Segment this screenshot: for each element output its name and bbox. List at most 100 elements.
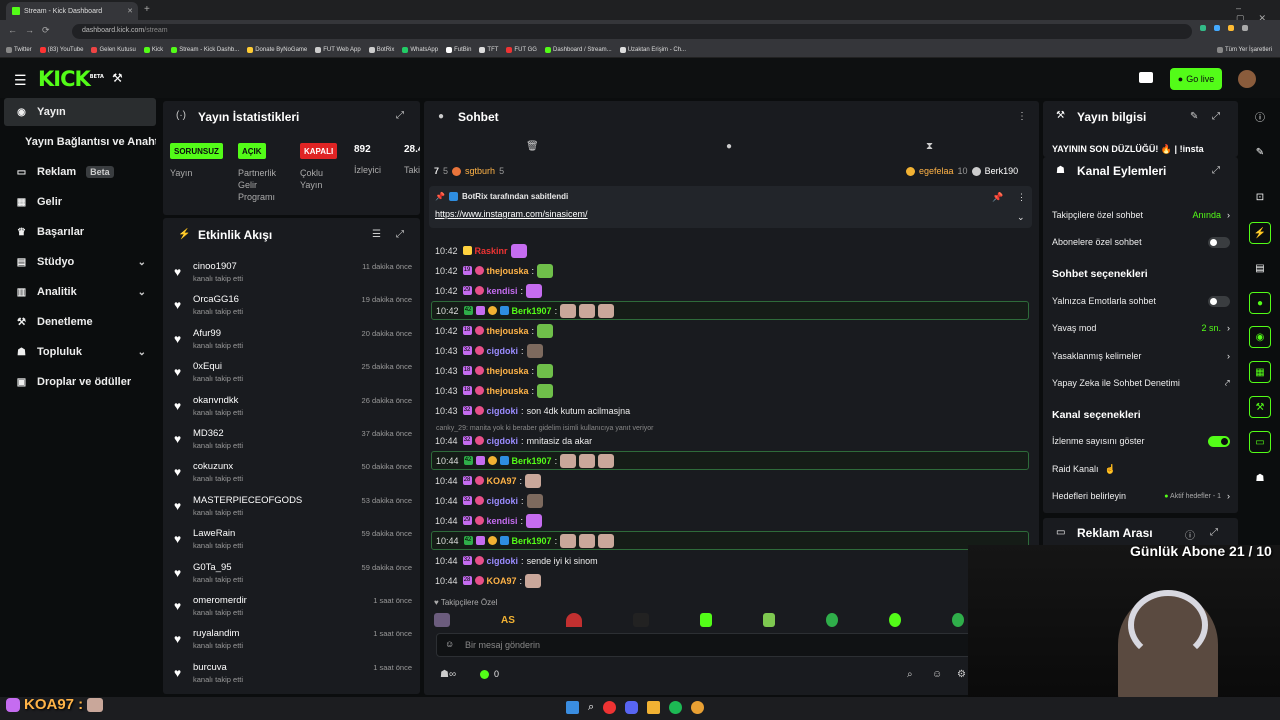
extension-icon[interactable] [1228, 25, 1234, 31]
chat-username[interactable]: Berk1907 [512, 456, 552, 466]
unpin-icon[interactable]: 📌 [992, 192, 1003, 203]
go-live-button[interactable]: ● Go live [1170, 68, 1222, 90]
filter-icon[interactable]: ☰ [372, 229, 381, 240]
emote[interactable] [888, 613, 901, 627]
sidebar-item-topluluk[interactable]: ☗ Topluluk ⌄ [4, 338, 156, 366]
edit-icon[interactable]: ✎ [1249, 141, 1271, 163]
edit-icon[interactable]: ✎ [1190, 111, 1198, 122]
menu-icon[interactable] [1242, 25, 1248, 31]
expand-icon[interactable]: ⤢ [396, 229, 404, 240]
bookmark[interactable]: WhatsApp [402, 46, 438, 53]
points-display[interactable]: 0 [480, 669, 499, 679]
expand-icon[interactable]: ⤢ [1212, 111, 1220, 122]
emote[interactable] [699, 613, 712, 627]
chat-username[interactable]: cigdoki [487, 556, 519, 566]
emote[interactable] [762, 613, 775, 627]
bookmark[interactable]: Donate ByNoGame [247, 46, 307, 53]
emote-only-toggle[interactable] [1208, 295, 1230, 307]
chat-username[interactable]: kendisi [487, 286, 518, 296]
activity-item[interactable]: ♥ LaweRain kanalı takip etti 59 dakika önce [172, 526, 412, 559]
chat-username[interactable]: cigdoki [487, 406, 519, 416]
bookmark[interactable]: TFT [479, 46, 498, 53]
hamburger-menu-icon[interactable]: ☰ [14, 72, 27, 89]
bookmark[interactable]: FUT GG [506, 46, 537, 53]
activity-item[interactable]: ♥ OrcaGG16 kanalı takip etti 19 dakika önce [172, 292, 412, 325]
info-icon[interactable]: ⓘ [1185, 527, 1195, 542]
banned-words-row[interactable]: Yasaklanmış kelimeler › [1052, 347, 1230, 365]
chat-username[interactable]: thejouska [487, 386, 529, 396]
chevron-down-icon[interactable]: ⌄ [1017, 212, 1025, 223]
chat-username[interactable]: cigdoki [487, 436, 519, 446]
raid-channel-row[interactable]: Raid Kanalı ☝ [1052, 460, 1230, 478]
slow-mode-row[interactable]: Yavaş mod 2 sn. › [1052, 319, 1230, 337]
activity-item[interactable]: ♥ burcuva kanalı takip etti 1 saat önce [172, 660, 412, 693]
chat-username[interactable]: KOA97 [487, 576, 517, 586]
app-icon[interactable] [603, 701, 617, 714]
extension-icon[interactable] [1214, 25, 1220, 31]
hammer-icon[interactable]: ⚒ [112, 71, 123, 85]
broadcast-icon[interactable]: ◉ [1249, 326, 1271, 348]
lightning-icon[interactable]: ⚡ [1249, 222, 1271, 244]
browser-tab[interactable]: Stream - Kick Dashboard ✕ [6, 2, 138, 20]
document-icon[interactable]: ▤ [1249, 257, 1271, 279]
chat-icon[interactable]: ● [1249, 292, 1271, 314]
tab-close-icon[interactable]: ✕ [127, 7, 133, 15]
users-icon[interactable]: ☗ [1249, 467, 1271, 489]
avatar[interactable] [1238, 70, 1256, 88]
chrome-icon[interactable] [691, 701, 705, 714]
sidebar-item-droplar[interactable]: ▣ Droplar ve ödüller [4, 368, 156, 396]
bookmark[interactable]: Kick [143, 46, 163, 53]
users-icon[interactable]: ☗∞ [440, 669, 456, 680]
sidebar-item-denetleme[interactable]: ⚒ Denetleme [4, 308, 156, 336]
subs-only-toggle[interactable] [1208, 236, 1230, 248]
sidebar-item-reklam[interactable]: ▭ Reklam Beta [4, 158, 156, 186]
all-bookmarks[interactable]: Tüm Yer İşaretleri [1216, 46, 1272, 53]
activity-item[interactable]: ♥ MASTERPIECEOFGODS kanalı takip etti 53 da… [172, 493, 412, 526]
supporter-name[interactable]: Berk190 [985, 166, 1019, 176]
activity-item[interactable]: ♥ ruyalandim kanalı takip etti 1 saat önce [172, 626, 412, 659]
emote[interactable] [434, 613, 450, 627]
followers-only-chat-row[interactable]: Takipçilere özel sohbet Anında › [1052, 206, 1230, 224]
emote[interactable] [565, 613, 582, 627]
emoji-icon[interactable]: ☺ [445, 639, 454, 649]
activity-item[interactable]: ♥ okanvndkk kanalı takip etti 26 dakika önc… [172, 393, 412, 426]
bookmark[interactable]: Dashboard / Stream... [544, 46, 612, 53]
sidebar-item-stream-key[interactable]: Yayın Bağlantısı ve Anahtarı [4, 128, 156, 156]
subs-only-chat-row[interactable]: Abonelere özel sohbet [1052, 233, 1230, 251]
search-icon[interactable]: ⌕ [588, 701, 594, 714]
activity-item[interactable]: ♥ G0Ta_95 kanalı takip etti 59 dakika önce [172, 560, 412, 593]
spotify-icon[interactable] [669, 701, 683, 714]
gear-icon[interactable]: ⚙ [957, 669, 966, 680]
bookmark[interactable]: Gelen Kutusu [91, 46, 136, 53]
bookmark[interactable]: Uzaktan Erişim - Ch... [619, 46, 686, 53]
hourglass-icon[interactable]: ⧗ [926, 141, 933, 152]
emote[interactable]: AS [501, 615, 515, 626]
wrench-icon[interactable]: ⚒ [1249, 396, 1271, 418]
chat-bubble-icon[interactable]: ● [726, 141, 732, 152]
chat-username[interactable]: Berk1907 [512, 536, 552, 546]
activity-item[interactable]: ♥ omeromerdir kanalı takip etti 1 saat önce [172, 593, 412, 626]
goals-row[interactable]: Hedefleri belirleyin ● Aktif hedefler - 1… [1052, 487, 1230, 505]
more-options-icon[interactable]: ⋮ [1017, 192, 1026, 203]
expand-icon[interactable]: ⤢ [1212, 165, 1220, 176]
chat-username[interactable]: thejouska [487, 266, 529, 276]
show-viewers-row[interactable]: İzlenme sayısını göster [1052, 432, 1230, 450]
activity-item[interactable]: ♥ MD362 kanalı takip etti 37 dakika önce [172, 426, 412, 459]
info-icon[interactable]: ⓘ [1249, 105, 1271, 127]
chat-username[interactable]: Berk1907 [512, 306, 552, 316]
pinned-link[interactable]: https://www.instagram.com/sinasicem/ [435, 209, 588, 219]
activity-item[interactable]: ♥ cokuzunx kanalı takip etti 50 dakika önce [172, 459, 412, 492]
ad-icon[interactable]: ▭ [1249, 431, 1271, 453]
chat-username[interactable]: cigdoki [487, 496, 519, 506]
bookmark[interactable]: FUT Web App [315, 46, 361, 53]
emote-only-row[interactable]: Yalnızca Emotlarla sohbet [1052, 292, 1230, 310]
trash-icon[interactable]: 🗑 [526, 141, 539, 152]
chat-username[interactable]: KOA97 [487, 476, 517, 486]
sidebar-item-basarilar[interactable]: ♛ Başarılar [4, 218, 156, 246]
bookmark[interactable]: Stream - Kick Dashb... [171, 46, 239, 53]
chat-username[interactable]: kendisi [487, 516, 518, 526]
nav-buttons[interactable]: ←→⟳ [8, 25, 58, 36]
supporter-name[interactable]: egefelaa [919, 166, 954, 176]
chat-username[interactable]: thejouska [487, 366, 529, 376]
bookmark[interactable]: BotRix [368, 46, 394, 53]
